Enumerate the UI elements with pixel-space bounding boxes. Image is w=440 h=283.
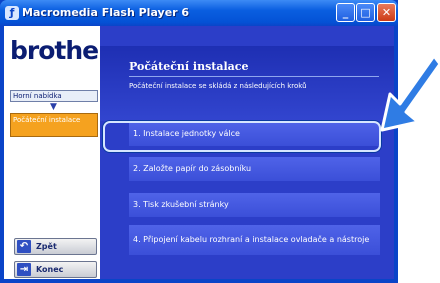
close-icon[interactable]: ✕ [377, 3, 396, 22]
exit-button-label: Konec [36, 265, 64, 274]
sidebar: brother Horní nabídka ▼ Počáteční instal… [4, 26, 110, 279]
page-subtitle: Počáteční instalace se skládá z následuj… [129, 82, 307, 90]
step-button-2[interactable]: 2. Založte papír do zásobníku [129, 157, 380, 181]
back-button-label: Zpět [36, 242, 57, 251]
content-area: brother Horní nabídka ▼ Počáteční instal… [4, 26, 394, 279]
back-arrow-icon: ↶ [17, 240, 31, 253]
step-button-4[interactable]: 4. Připojení kabelu rozhraní a instalace… [129, 225, 380, 255]
minimize-icon[interactable]: _ [336, 3, 355, 22]
nav-item-initial-setup[interactable]: Počáteční instalace [10, 113, 98, 137]
exit-icon: ⇥ [17, 263, 31, 276]
step-highlight-ring [103, 121, 381, 152]
main-panel: Počáteční instalace Počáteční instalace … [100, 26, 394, 279]
window-title: Macromedia Flash Player 6 [22, 6, 190, 19]
brother-logo: brother [10, 36, 110, 65]
back-button[interactable]: ↶ Zpět [14, 238, 97, 255]
nav-item-main-menu[interactable]: Horní nabídka [10, 90, 98, 102]
page-title: Počáteční instalace [129, 60, 249, 73]
exit-button[interactable]: ⇥ Konec [14, 261, 97, 278]
pointer-arrow-icon [380, 54, 440, 132]
maximize-icon[interactable]: □ [356, 3, 375, 22]
chevron-down-icon: ▼ [50, 102, 57, 112]
flash-icon: ƒ [5, 6, 19, 20]
step-button-3[interactable]: 3. Tisk zkušební stránky [129, 193, 380, 217]
title-bar[interactable]: ƒ Macromedia Flash Player 6 _ □ ✕ [0, 0, 398, 26]
title-divider [129, 76, 379, 77]
